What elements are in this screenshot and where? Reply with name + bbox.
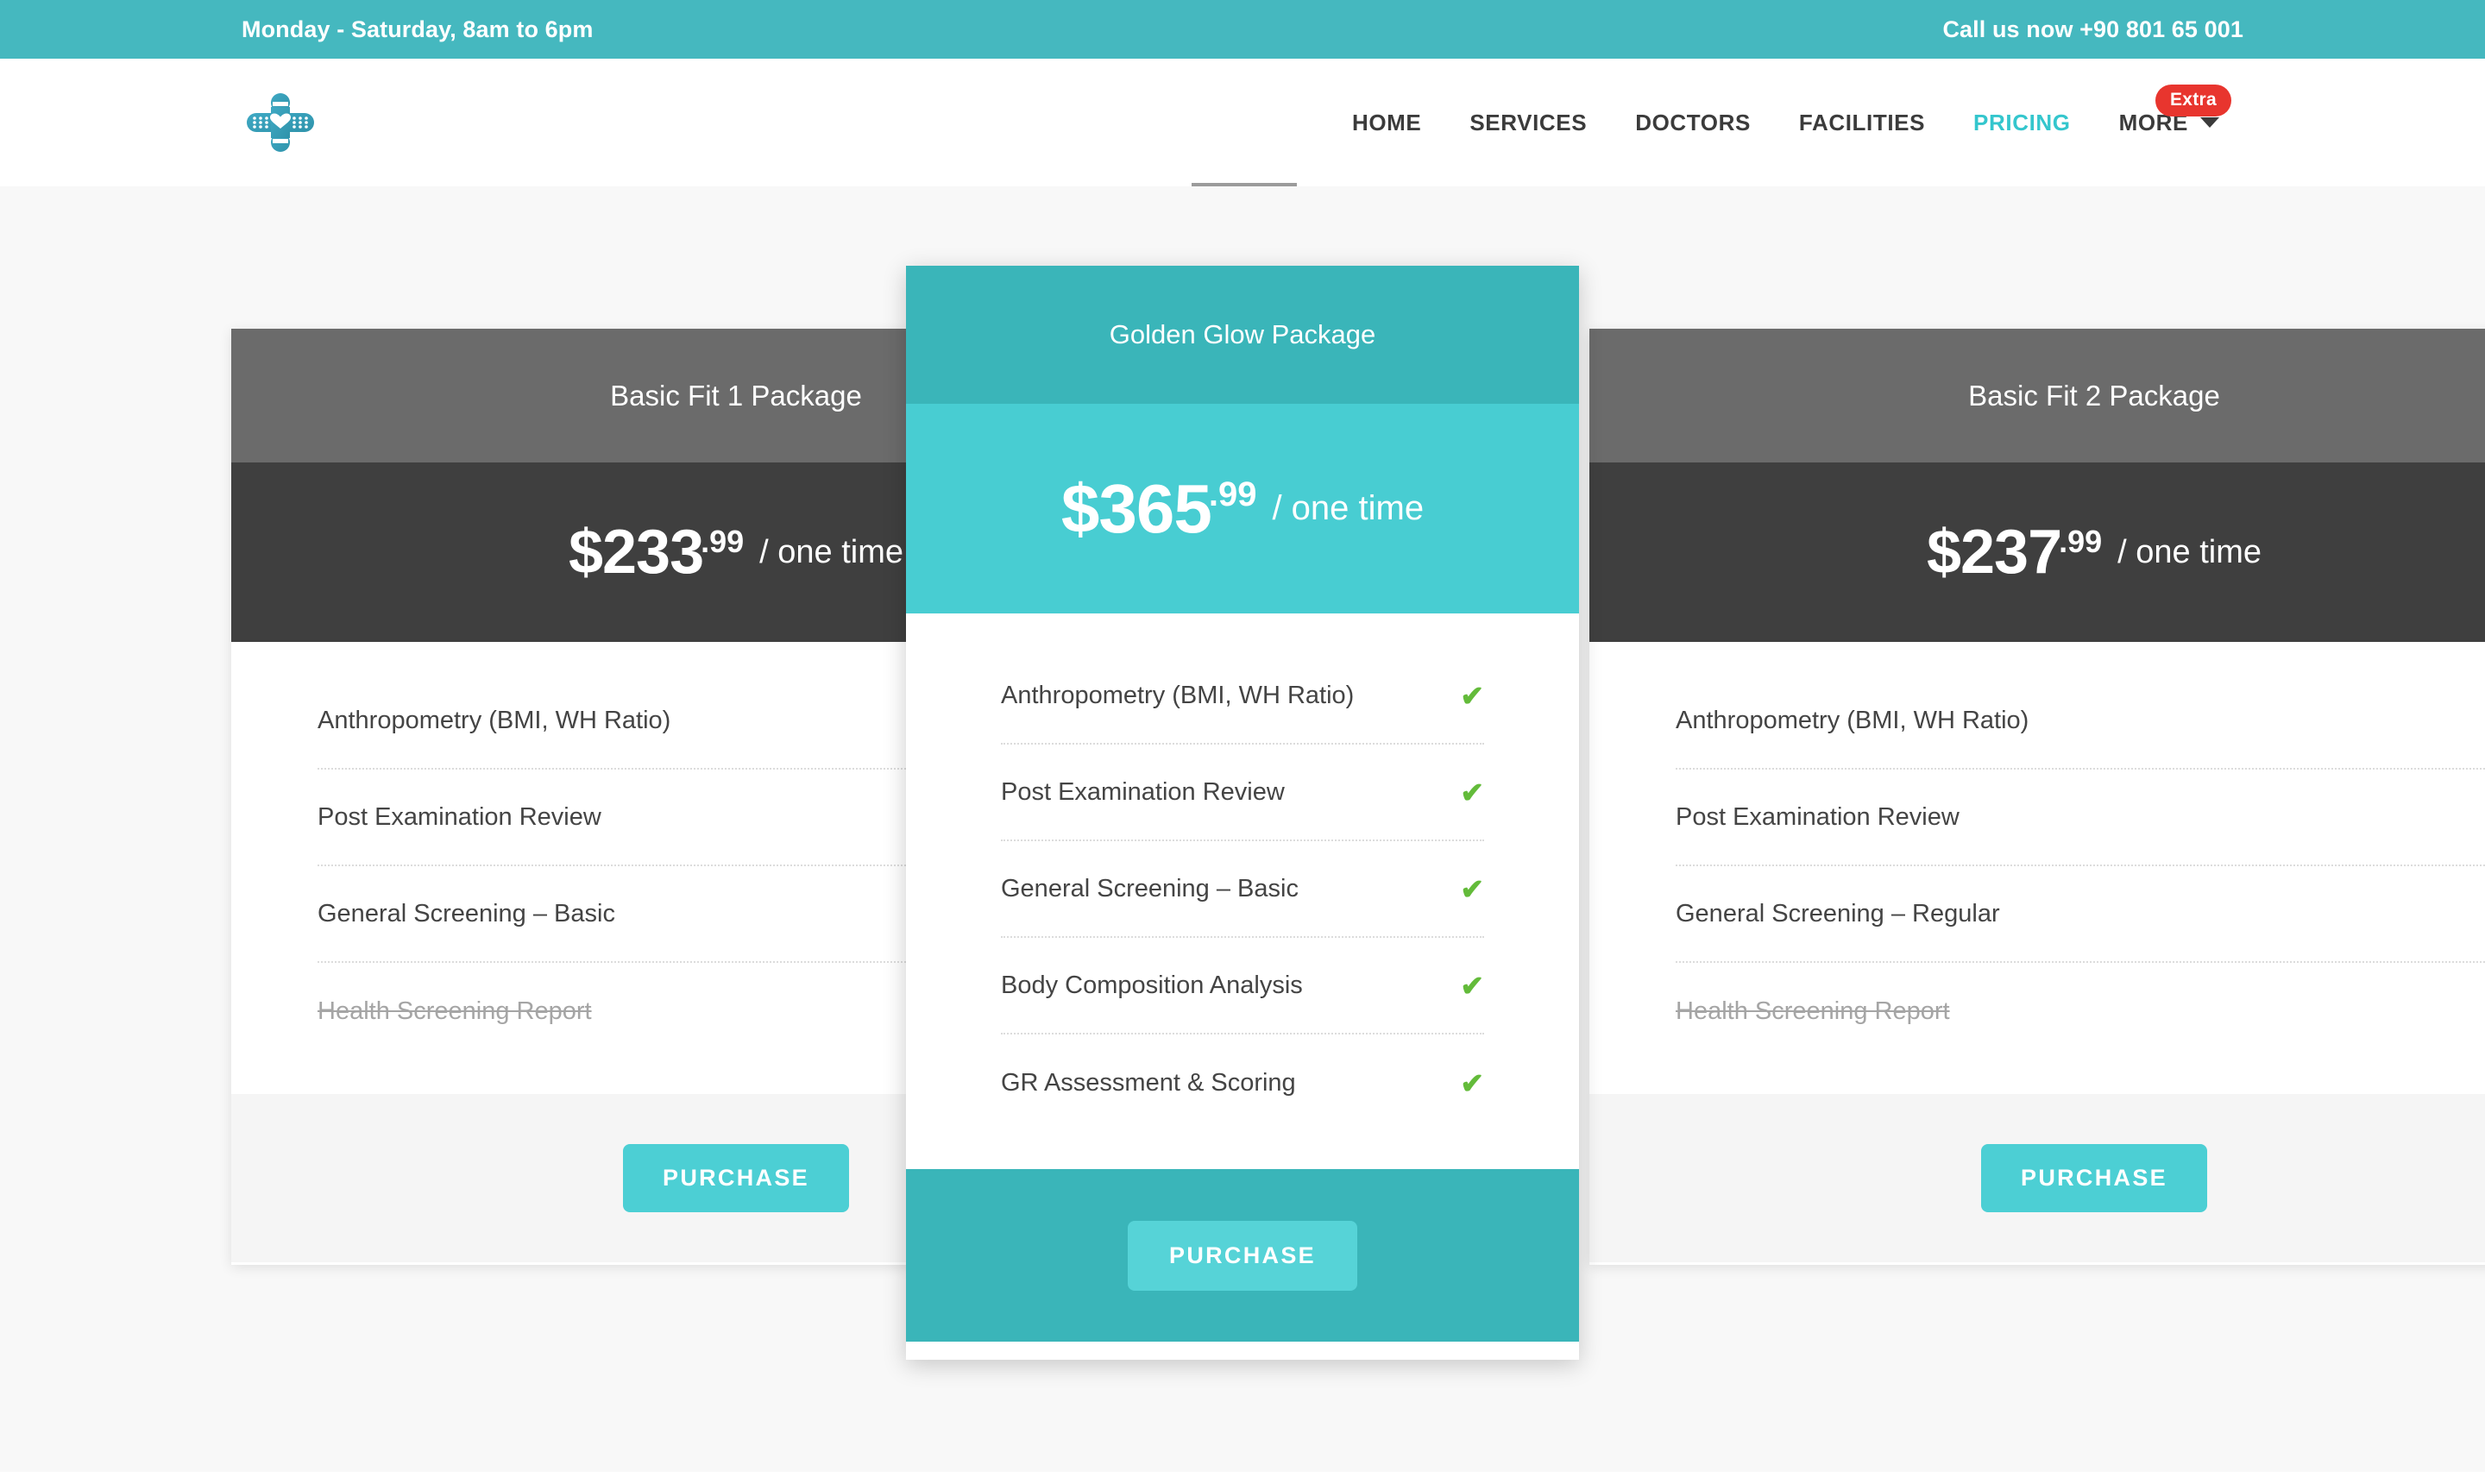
price-period: / one time [759, 533, 904, 570]
feature-label: GR Assessment & Scoring [1001, 1068, 1296, 1097]
nav-item-facilities[interactable]: FACILITIES [1775, 59, 1949, 186]
nav-item-home[interactable]: HOME [1328, 59, 1445, 186]
feature-label: Post Examination Review [1676, 802, 1960, 831]
main-navigation: HOME SERVICES DOCTORS FACILITIES PRICING… [1328, 59, 2243, 186]
nav-item-pricing[interactable]: PRICING [1949, 59, 2095, 186]
pricing-card-footer: PURCHASE [906, 1169, 1579, 1342]
check-icon: ✔ [1460, 969, 1484, 1002]
feature-label: Post Examination Review [318, 802, 601, 831]
pricing-card-footer: PURCHASE [1589, 1094, 2485, 1262]
nav-item-more[interactable]: MORE [2095, 59, 2243, 186]
feature-label: Anthropometry (BMI, WH Ratio) [1001, 681, 1355, 709]
price-cents: .99 [2059, 524, 2103, 559]
feature-label: Post Examination Review [1001, 777, 1285, 806]
check-icon: ✔ [1460, 872, 1484, 905]
bandage-heart-logo-icon [247, 93, 314, 152]
price-cents: .99 [1208, 475, 1257, 513]
nav-item-doctors[interactable]: DOCTORS [1611, 59, 1775, 186]
pricing-card-title: Basic Fit 2 Package [1589, 329, 2485, 462]
feature-label: Health Screening Report [1676, 997, 1950, 1025]
pricing-card-title: Golden Glow Package [906, 266, 1579, 404]
price-cents: .99 [701, 524, 745, 559]
opening-hours-text: Monday - Saturday, 8am to 6pm [242, 16, 594, 42]
check-icon: ✔ [1460, 776, 1484, 808]
site-header: HOME SERVICES DOCTORS FACILITIES PRICING… [0, 59, 2485, 186]
pricing-card-price: $237.99 / one time [1589, 462, 2485, 642]
feature-row: Post Examination Review ✔ [1001, 745, 1484, 841]
price-period: / one time [2117, 533, 2262, 570]
top-utility-bar-inner: Monday - Saturday, 8am to 6pm Call us no… [0, 16, 2485, 43]
purchase-button[interactable]: PURCHASE [1128, 1220, 1357, 1291]
feature-label: General Screening – Basic [1001, 874, 1299, 902]
price-amount: $237 [1926, 518, 2062, 587]
pricing-page: Monday - Saturday, 8am to 6pm Call us no… [0, 0, 2485, 1484]
nav-item-more-label: MORE [2118, 110, 2188, 135]
price-amount: $233 [568, 518, 704, 587]
site-header-inner: HOME SERVICES DOCTORS FACILITIES PRICING… [0, 59, 2485, 186]
feature-row-excluded: Health Screening Report ✖ [1676, 963, 2485, 1060]
pricing-card-golden-glow-featured: Golden Glow Package $365.99 / one time A… [906, 266, 1579, 1360]
phone-number-text[interactable]: Call us now +90 801 65 001 [1942, 16, 2243, 43]
purchase-button[interactable]: PURCHASE [623, 1144, 849, 1212]
purchase-button[interactable]: PURCHASE [1981, 1144, 2207, 1212]
feature-label: General Screening – Basic [318, 899, 615, 928]
feature-label: Body Composition Analysis [1001, 971, 1303, 999]
pricing-card-price: $365.99 / one time [906, 404, 1579, 613]
price-amount: $365 [1060, 469, 1212, 547]
site-logo[interactable] [242, 90, 319, 155]
pricing-card-features: Anthropometry (BMI, WH Ratio) ✔ Post Exa… [906, 613, 1579, 1169]
pricing-cards-container: Basic Fit 1 Package $233.99 / one time A… [0, 186, 2485, 1472]
pricing-card-features: Anthropometry (BMI, WH Ratio) ✔ Post Exa… [1589, 642, 2485, 1094]
pricing-content-area: Basic Fit 1 Package $233.99 / one time A… [0, 186, 2485, 1472]
feature-row: General Screening – Basic ✔ [1001, 841, 1484, 938]
feature-row: Anthropometry (BMI, WH Ratio) ✔ [1676, 673, 2485, 770]
extra-badge: Extra [2155, 85, 2231, 117]
chevron-down-icon [2200, 117, 2219, 128]
feature-label: Anthropometry (BMI, WH Ratio) [318, 706, 671, 734]
nav-item-services[interactable]: SERVICES [1445, 59, 1611, 186]
check-icon: ✔ [1460, 679, 1484, 712]
feature-row: General Screening – Regular ✔ [1676, 866, 2485, 963]
check-icon: ✔ [1460, 1066, 1484, 1099]
top-utility-bar: Monday - Saturday, 8am to 6pm Call us no… [0, 0, 2485, 59]
feature-row: Post Examination Review ✔ [1676, 770, 2485, 866]
feature-row: GR Assessment & Scoring ✔ [1001, 1034, 1484, 1131]
feature-row: Anthropometry (BMI, WH Ratio) ✔ [1001, 648, 1484, 745]
feature-label: Health Screening Report [318, 997, 592, 1025]
feature-label: General Screening – Regular [1676, 899, 2000, 928]
price-period: / one time [1272, 489, 1425, 527]
pricing-card-basic-fit-2: Basic Fit 2 Package $237.99 / one time A… [1589, 329, 2485, 1265]
feature-label: Anthropometry (BMI, WH Ratio) [1676, 706, 2029, 734]
feature-row: Body Composition Analysis ✔ [1001, 938, 1484, 1034]
